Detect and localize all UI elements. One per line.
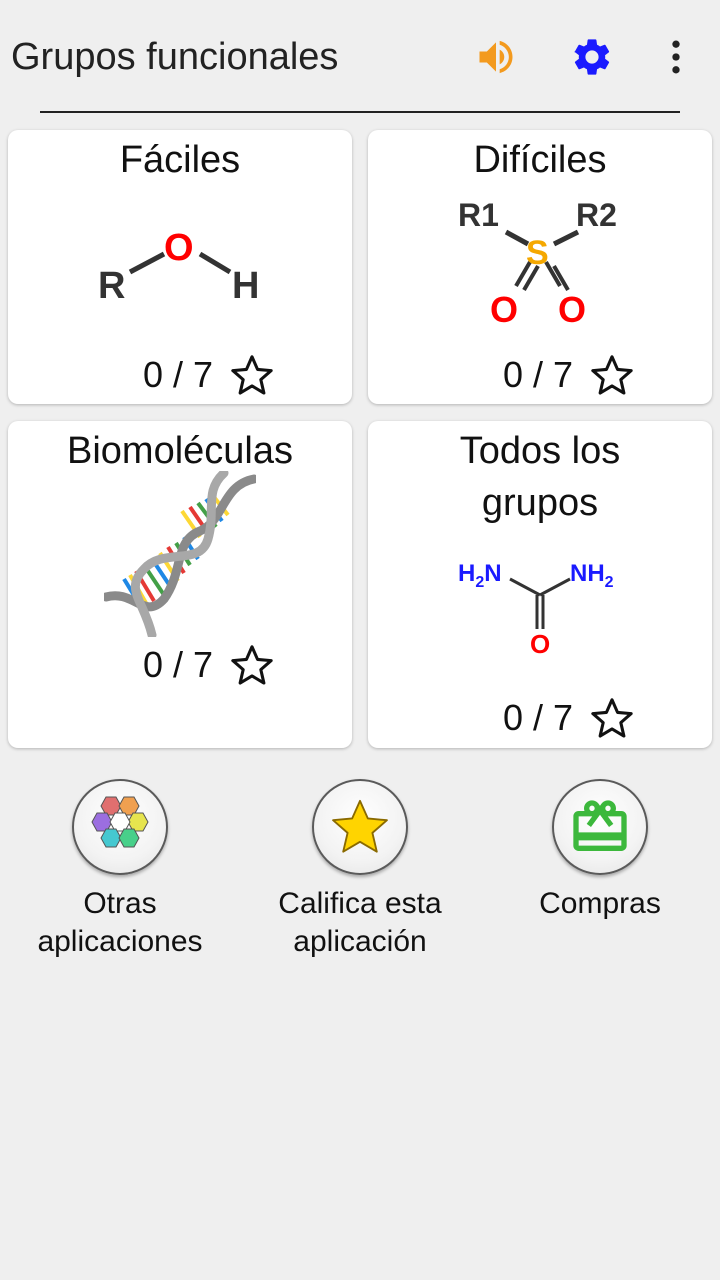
card-title-line1: Todos los bbox=[459, 430, 621, 472]
alcohol-formula-image: R O H bbox=[98, 227, 259, 307]
svg-text:H2N: H2N bbox=[458, 560, 502, 591]
svg-text:NH2: NH2 bbox=[570, 560, 614, 591]
star-outline-icon bbox=[591, 355, 633, 395]
score: 0 / 7 bbox=[143, 352, 275, 398]
action-label: Compras bbox=[480, 885, 720, 923]
dna-helix-image bbox=[104, 471, 256, 637]
formula-r1: R1 bbox=[458, 197, 499, 233]
score-text: 0 / 7 bbox=[143, 354, 214, 395]
more-vert-icon bbox=[672, 40, 680, 74]
app-title: Grupos funcionales bbox=[11, 36, 339, 78]
overflow-menu-button[interactable] bbox=[652, 33, 700, 81]
action-label-line1: Otras bbox=[83, 887, 157, 920]
action-label: Califica esta aplicación bbox=[240, 885, 480, 961]
formula-h: H bbox=[232, 265, 259, 307]
sulfone-formula-image: R1 R2 S O O bbox=[458, 197, 617, 330]
card-title: Biomoléculas bbox=[67, 430, 293, 472]
purchases-button[interactable]: Compras bbox=[480, 779, 720, 923]
card-hard[interactable]: Difíciles R1 R2 S O O 0 / 7 bbox=[368, 130, 712, 404]
formula-s: S bbox=[526, 234, 549, 272]
sound-button[interactable] bbox=[472, 33, 520, 81]
hexagons-icon bbox=[91, 796, 149, 848]
star-outline-icon bbox=[591, 698, 633, 738]
card-title-line2: grupos bbox=[481, 482, 599, 524]
action-label-line1: Compras bbox=[539, 887, 661, 920]
formula-o: O bbox=[164, 227, 194, 269]
settings-button[interactable] bbox=[568, 33, 616, 81]
card-easy[interactable]: Fáciles R O H 0 / 7 bbox=[8, 130, 352, 404]
rate-app-button[interactable]: Califica esta aplicación bbox=[240, 779, 480, 961]
rate-app-round[interactable] bbox=[312, 779, 408, 875]
header-divider bbox=[40, 111, 680, 113]
formula-nh-right: NH bbox=[570, 560, 605, 587]
other-apps-round[interactable] bbox=[72, 779, 168, 875]
gear-icon bbox=[574, 39, 610, 75]
action-label-line2: aplicación bbox=[293, 925, 427, 958]
formula-sub-left: 2 bbox=[475, 574, 484, 591]
speaker-icon bbox=[479, 40, 513, 74]
score: 0 / 7 bbox=[503, 352, 635, 398]
card-biomolecules[interactable]: Biomoléculas 0 / 7 bbox=[8, 421, 352, 748]
formula-o-left: O bbox=[490, 289, 518, 330]
formula-h-left: H bbox=[458, 560, 475, 587]
action-label: Otras aplicaciones bbox=[0, 885, 240, 961]
star-outline-icon bbox=[231, 645, 273, 685]
action-label-line2: aplicaciones bbox=[37, 925, 203, 958]
card-title: Fáciles bbox=[119, 139, 241, 181]
formula-r2: R2 bbox=[576, 197, 617, 233]
other-apps-button[interactable]: Otras aplicaciones bbox=[0, 779, 240, 961]
formula-o-right: O bbox=[558, 289, 586, 330]
urea-formula-image: H2N NH2 O bbox=[458, 560, 614, 659]
score-text: 0 / 7 bbox=[503, 697, 574, 738]
purchases-round[interactable] bbox=[552, 779, 648, 875]
score: 0 / 7 bbox=[143, 642, 275, 688]
app-bar: Grupos funcionales bbox=[0, 0, 720, 112]
score: 0 / 7 bbox=[503, 695, 635, 741]
card-title: Difíciles bbox=[473, 139, 607, 181]
card-all-groups[interactable]: Todos los grupos H2N NH2 O 0 / 7 bbox=[368, 421, 712, 748]
formula-o: O bbox=[530, 629, 550, 659]
gift-icon bbox=[573, 800, 627, 851]
formula-r: R bbox=[98, 265, 125, 307]
score-text: 0 / 7 bbox=[143, 644, 214, 685]
formula-n-left: N bbox=[484, 560, 501, 587]
formula-sub-right: 2 bbox=[605, 574, 614, 591]
action-label-line1: Califica esta bbox=[278, 887, 442, 920]
score-text: 0 / 7 bbox=[503, 354, 574, 395]
star-icon bbox=[332, 799, 388, 853]
star-outline-icon bbox=[231, 355, 273, 395]
